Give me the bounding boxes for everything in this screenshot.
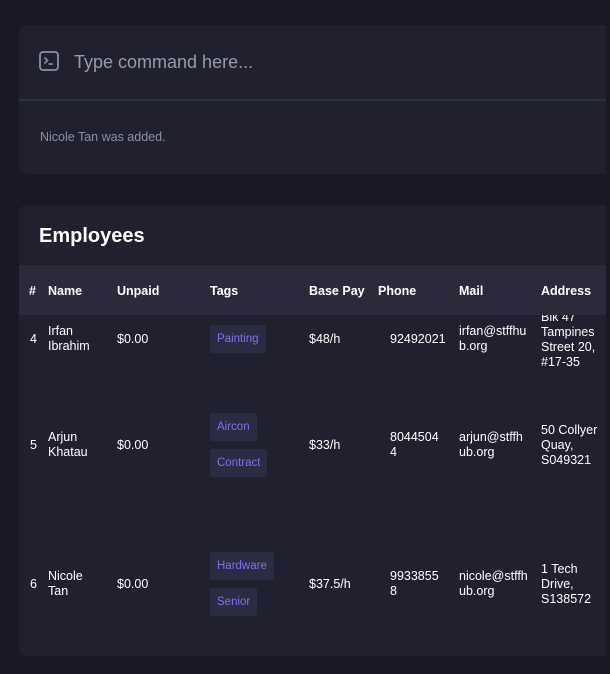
row-phone: 92492021 — [390, 332, 446, 346]
row-name: Irfan Ibrahim — [48, 324, 90, 353]
row-name: Nicole Tan — [48, 569, 83, 598]
row-address: 50 Collyer Quay, S049321 — [541, 423, 598, 467]
column-header-phone: Phone — [378, 284, 417, 298]
employees-panel: Employees # Name Unpaid Tags Base Pay Ph… — [19, 205, 610, 656]
row-index: 5 — [30, 438, 37, 452]
window-edge — [606, 0, 610, 674]
column-header-unpaid: Unpaid — [117, 284, 160, 298]
row-mail: irfan@stffhu b.org — [459, 324, 527, 353]
tag-badge: Aircon — [210, 413, 257, 441]
row-phone: 8044504 4 — [390, 430, 439, 459]
row-name: Arjun Khatau — [48, 430, 88, 459]
row-base-pay: $37.5/h — [309, 577, 351, 591]
row-mail: nicole@stffh ub.org — [459, 569, 528, 598]
tag-badge: Painting — [210, 325, 266, 353]
table-row[interactable]: 6 Nicole Tan $0.00 Hardware Senior $37.5… — [19, 535, 610, 656]
row-address: 1 Tech Drive, S138572 — [541, 562, 592, 606]
command-box — [19, 25, 610, 101]
command-input[interactable] — [74, 47, 594, 77]
row-unpaid: $0.00 — [117, 332, 149, 346]
tag-badge: Contract — [210, 449, 268, 477]
table-row[interactable]: 4 Irfan Ibrahim $0.00 Painting $48/h 924… — [19, 315, 610, 395]
row-address: Blk 47 Tampines Street 20, #17-35 — [541, 315, 596, 369]
employees-title: Employees — [39, 225, 145, 247]
row-unpaid: $0.00 — [117, 438, 149, 452]
row-index: 6 — [30, 577, 37, 591]
column-header-tags: Tags — [210, 284, 239, 298]
column-header-mail: Mail — [459, 284, 484, 298]
row-base-pay: $48/h — [309, 332, 341, 346]
row-unpaid: $0.00 — [117, 577, 149, 591]
table-body[interactable]: 4 Irfan Ibrahim $0.00 Painting $48/h 924… — [19, 315, 610, 656]
column-header-base-pay: Base Pay — [309, 284, 365, 298]
column-header-index: # — [29, 284, 36, 298]
column-header-name: Name — [48, 284, 83, 298]
command-result-text: Nicole Tan was added. — [40, 130, 166, 144]
table-header: # Name Unpaid Tags Base Pay Phone Mail A… — [19, 265, 610, 315]
table-row[interactable]: 5 Arjun Khatau $0.00 Aircon Contract $33… — [19, 395, 610, 535]
terminal-icon — [39, 51, 59, 71]
command-panel: Nicole Tan was added. — [19, 25, 610, 174]
column-header-address: Address — [541, 284, 592, 298]
tag-badge: Senior — [210, 588, 258, 616]
row-index: 4 — [30, 332, 37, 346]
row-mail: arjun@stffh ub.org — [459, 430, 523, 459]
row-base-pay: $33/h — [309, 438, 341, 452]
row-phone: 9933855 8 — [390, 569, 439, 598]
tag-badge: Hardware — [210, 552, 274, 580]
